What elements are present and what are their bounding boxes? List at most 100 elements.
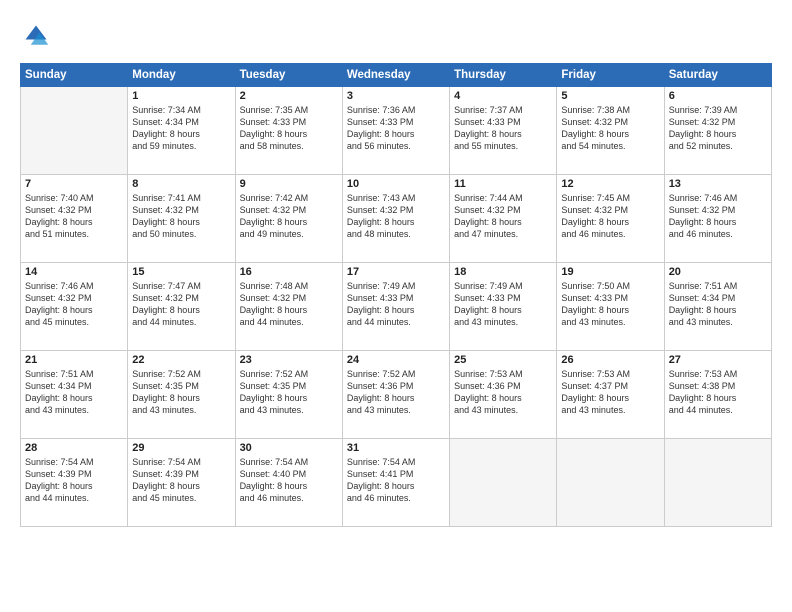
cell-info: Sunrise: 7:34 AM Sunset: 4:34 PM Dayligh… [132,104,230,153]
cell-info: Sunrise: 7:50 AM Sunset: 4:33 PM Dayligh… [561,280,659,329]
cell-info: Sunrise: 7:38 AM Sunset: 4:32 PM Dayligh… [561,104,659,153]
day-number: 7 [25,178,123,190]
day-number: 28 [25,442,123,454]
cell-info: Sunrise: 7:54 AM Sunset: 4:39 PM Dayligh… [25,456,123,505]
cell-info: Sunrise: 7:53 AM Sunset: 4:37 PM Dayligh… [561,368,659,417]
calendar-cell: 14Sunrise: 7:46 AM Sunset: 4:32 PM Dayli… [21,263,128,351]
calendar-cell: 3 Sunrise: 7:36 AM Sunset: 4:33 PM Daylig… [342,87,449,175]
cell-info: Sunrise: 7:40 AM Sunset: 4:32 PM Dayligh… [25,192,123,241]
calendar-cell: 20 Sunrise: 7:51 AM Sunset: 4:34 PM Dayli… [664,263,771,351]
day-number: 11 [454,178,552,190]
cell-info: Sunrise: 7:51 AM Sunset: 4:34 PM Dayligh… [669,280,767,329]
day-number: 13 [669,178,767,190]
cell-info: Sunrise: 7:49 AM Sunset: 4:33 PM Dayligh… [454,280,552,329]
calendar-week-3: 14Sunrise: 7:46 AM Sunset: 4:32 PM Dayli… [21,263,772,351]
page: SundayMondayTuesdayWednesdayThursdayFrid… [0,0,792,612]
calendar-cell: 10 Sunrise: 7:43 AM Sunset: 4:32 PM Dayli… [342,175,449,263]
cell-info: Sunrise: 7:52 AM Sunset: 4:35 PM Dayligh… [240,368,338,417]
cell-info: Sunrise: 7:54 AM Sunset: 4:39 PM Dayligh… [132,456,230,505]
calendar-cell: 12 Sunrise: 7:45 AM Sunset: 4:32 PM Dayli… [557,175,664,263]
calendar-cell: 9Sunrise: 7:42 AM Sunset: 4:32 PM Daylig… [235,175,342,263]
day-number: 18 [454,266,552,278]
calendar-cell: 19 Sunrise: 7:50 AM Sunset: 4:33 PM Dayli… [557,263,664,351]
day-number: 24 [347,354,445,366]
cell-info: Sunrise: 7:52 AM Sunset: 4:35 PM Dayligh… [132,368,230,417]
day-number: 17 [347,266,445,278]
day-number: 9 [240,178,338,190]
cell-info: Sunrise: 7:53 AM Sunset: 4:38 PM Dayligh… [669,368,767,417]
cell-info: Sunrise: 7:54 AM Sunset: 4:41 PM Dayligh… [347,456,445,505]
calendar-cell: 7 Sunrise: 7:40 AM Sunset: 4:32 PM Daylig… [21,175,128,263]
calendar-cell: 27 Sunrise: 7:53 AM Sunset: 4:38 PM Dayli… [664,351,771,439]
cell-info: Sunrise: 7:46 AM Sunset: 4:32 PM Dayligh… [25,280,123,329]
cell-info: Sunrise: 7:48 AM Sunset: 4:32 PM Dayligh… [240,280,338,329]
cell-info: Sunrise: 7:43 AM Sunset: 4:32 PM Dayligh… [347,192,445,241]
calendar-cell: 2 Sunrise: 7:35 AM Sunset: 4:33 PM Daylig… [235,87,342,175]
calendar-cell: 22Sunrise: 7:52 AM Sunset: 4:35 PM Dayli… [128,351,235,439]
logo-icon [22,22,50,50]
calendar-header-friday: Friday [557,64,664,87]
calendar-cell: 11 Sunrise: 7:44 AM Sunset: 4:32 PM Dayli… [450,175,557,263]
calendar-cell: 16 Sunrise: 7:48 AM Sunset: 4:32 PM Dayli… [235,263,342,351]
calendar-cell: 26 Sunrise: 7:53 AM Sunset: 4:37 PM Dayli… [557,351,664,439]
cell-info: Sunrise: 7:36 AM Sunset: 4:33 PM Dayligh… [347,104,445,153]
calendar-cell [557,439,664,527]
calendar-cell: 5 Sunrise: 7:38 AM Sunset: 4:32 PM Daylig… [557,87,664,175]
cell-info: Sunrise: 7:54 AM Sunset: 4:40 PM Dayligh… [240,456,338,505]
calendar-cell [450,439,557,527]
calendar-cell: 17 Sunrise: 7:49 AM Sunset: 4:33 PM Dayli… [342,263,449,351]
day-number: 25 [454,354,552,366]
cell-info: Sunrise: 7:44 AM Sunset: 4:32 PM Dayligh… [454,192,552,241]
day-number: 10 [347,178,445,190]
day-number: 8 [132,178,230,190]
day-number: 4 [454,90,552,102]
calendar-cell: 1 Sunrise: 7:34 AM Sunset: 4:34 PM Daylig… [128,87,235,175]
day-number: 20 [669,266,767,278]
cell-info: Sunrise: 7:47 AM Sunset: 4:32 PM Dayligh… [132,280,230,329]
cell-info: Sunrise: 7:41 AM Sunset: 4:32 PM Dayligh… [132,192,230,241]
calendar-cell: 23Sunrise: 7:52 AM Sunset: 4:35 PM Dayli… [235,351,342,439]
calendar-cell: 29Sunrise: 7:54 AM Sunset: 4:39 PM Dayli… [128,439,235,527]
calendar-cell [664,439,771,527]
calendar-header-row: SundayMondayTuesdayWednesdayThursdayFrid… [21,64,772,87]
calendar-header-tuesday: Tuesday [235,64,342,87]
cell-info: Sunrise: 7:53 AM Sunset: 4:36 PM Dayligh… [454,368,552,417]
day-number: 12 [561,178,659,190]
day-number: 27 [669,354,767,366]
day-number: 30 [240,442,338,454]
calendar-header-wednesday: Wednesday [342,64,449,87]
calendar-cell: 25 Sunrise: 7:53 AM Sunset: 4:36 PM Dayli… [450,351,557,439]
cell-info: Sunrise: 7:51 AM Sunset: 4:34 PM Dayligh… [25,368,123,417]
calendar-week-4: 21 Sunrise: 7:51 AM Sunset: 4:34 PM Dayli… [21,351,772,439]
cell-info: Sunrise: 7:49 AM Sunset: 4:33 PM Dayligh… [347,280,445,329]
calendar-cell: 24 Sunrise: 7:52 AM Sunset: 4:36 PM Dayli… [342,351,449,439]
day-number: 26 [561,354,659,366]
day-number: 3 [347,90,445,102]
calendar-cell: 6Sunrise: 7:39 AM Sunset: 4:32 PM Daylig… [664,87,771,175]
calendar-week-5: 28 Sunrise: 7:54 AM Sunset: 4:39 PM Dayli… [21,439,772,527]
cell-info: Sunrise: 7:39 AM Sunset: 4:32 PM Dayligh… [669,104,767,153]
logo [20,22,54,55]
cell-info: Sunrise: 7:37 AM Sunset: 4:33 PM Dayligh… [454,104,552,153]
calendar-header-saturday: Saturday [664,64,771,87]
cell-info: Sunrise: 7:45 AM Sunset: 4:32 PM Dayligh… [561,192,659,241]
header [20,18,772,55]
day-number: 15 [132,266,230,278]
calendar-cell: 15 Sunrise: 7:47 AM Sunset: 4:32 PM Dayli… [128,263,235,351]
cell-info: Sunrise: 7:35 AM Sunset: 4:33 PM Dayligh… [240,104,338,153]
calendar-cell: 13 Sunrise: 7:46 AM Sunset: 4:32 PM Dayli… [664,175,771,263]
cell-info: Sunrise: 7:46 AM Sunset: 4:32 PM Dayligh… [669,192,767,241]
day-number: 31 [347,442,445,454]
day-number: 19 [561,266,659,278]
calendar-header-sunday: Sunday [21,64,128,87]
day-number: 21 [25,354,123,366]
calendar-cell: 4 Sunrise: 7:37 AM Sunset: 4:33 PM Daylig… [450,87,557,175]
day-number: 16 [240,266,338,278]
calendar-cell: 8 Sunrise: 7:41 AM Sunset: 4:32 PM Daylig… [128,175,235,263]
cell-info: Sunrise: 7:52 AM Sunset: 4:36 PM Dayligh… [347,368,445,417]
calendar-cell: 28 Sunrise: 7:54 AM Sunset: 4:39 PM Dayli… [21,439,128,527]
day-number: 1 [132,90,230,102]
day-number: 5 [561,90,659,102]
day-number: 2 [240,90,338,102]
calendar-cell: 21 Sunrise: 7:51 AM Sunset: 4:34 PM Dayli… [21,351,128,439]
